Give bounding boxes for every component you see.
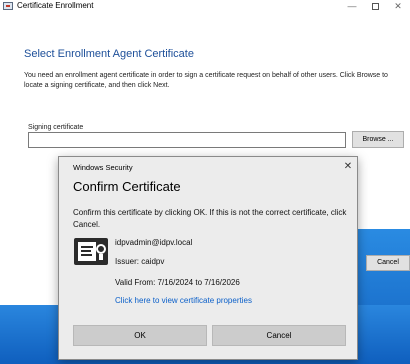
dialog-heading: Confirm Certificate bbox=[73, 179, 181, 194]
view-certificate-properties-link[interactable]: Click here to view certificate propertie… bbox=[115, 296, 252, 305]
certificate-subject: idpvadmin@idpv.local bbox=[115, 238, 193, 247]
close-window-button[interactable]: ✕ bbox=[389, 0, 407, 14]
dialog-title: Windows Security bbox=[73, 163, 133, 172]
maximize-icon bbox=[371, 3, 379, 11]
browse-button[interactable]: Browse ... bbox=[352, 131, 404, 148]
window-title: Certificate Enrollment bbox=[17, 1, 94, 10]
certificate-seal-shape bbox=[96, 244, 106, 254]
page-description: You need an enrollment agent certificate… bbox=[24, 72, 388, 89]
certificate-ribbon-shape bbox=[99, 254, 103, 260]
signing-certificate-field[interactable] bbox=[28, 132, 346, 148]
maximize-button[interactable] bbox=[366, 0, 384, 14]
dialog-close-icon[interactable]: ✕ bbox=[341, 160, 355, 174]
minimize-icon: — bbox=[347, 1, 357, 11]
wizard-cancel-button[interactable]: Cancel bbox=[366, 255, 410, 271]
screen: Certificate Enrollment — ✕ Select Enroll… bbox=[0, 0, 410, 364]
cancel-button[interactable]: Cancel bbox=[212, 325, 346, 346]
ok-button[interactable]: OK bbox=[73, 325, 207, 346]
certificate-validity: Valid From: 7/16/2024 to 7/16/2026 bbox=[115, 278, 240, 287]
certificate-app-icon bbox=[3, 2, 13, 10]
certificate-icon bbox=[74, 238, 108, 265]
minimize-button[interactable]: — bbox=[343, 0, 361, 14]
title-bar: Certificate Enrollment — ✕ bbox=[0, 0, 410, 14]
page-title: Select Enrollment Agent Certificate bbox=[24, 48, 194, 60]
certificate-issuer: Issuer: caidpv bbox=[115, 257, 165, 266]
certificate-document-shape bbox=[78, 242, 96, 261]
windows-security-dialog: Windows Security ✕ Confirm Certificate C… bbox=[58, 156, 358, 360]
signing-certificate-label: Signing certificate bbox=[28, 124, 84, 131]
dialog-instructions: Confirm this certificate by clicking OK.… bbox=[73, 208, 347, 229]
close-icon: ✕ bbox=[394, 1, 402, 11]
